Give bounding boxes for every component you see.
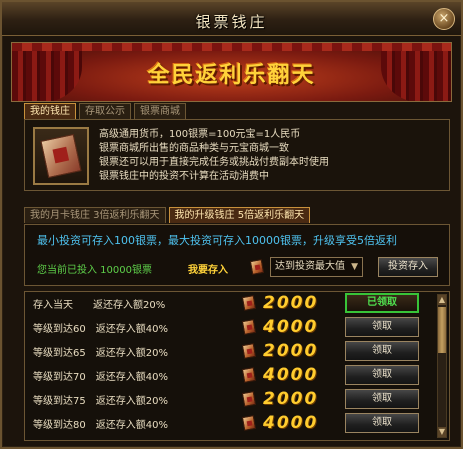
tab-monthly-card-bank[interactable]: 我的月卡钱庄 3倍返利乐翻天 bbox=[24, 207, 166, 223]
tab-my-bank[interactable]: 我的钱庄 bbox=[24, 103, 76, 119]
rebate-amount: 2000 bbox=[263, 389, 319, 409]
rebate-condition: 等级到达75 返还存入额20% bbox=[33, 396, 168, 407]
silver-note-icon bbox=[241, 391, 257, 407]
invest-description: 最小投资可存入100银票，最大投资可存入10000银票，升级享受5倍返利 bbox=[37, 234, 397, 247]
silver-note-icon bbox=[40, 133, 82, 179]
info-panel: 高级通用货币，100银票=100元宝=1人民币 银票商城所出售的商品种类与元宝商… bbox=[24, 119, 450, 191]
claim-button[interactable]: 领取 bbox=[345, 413, 419, 433]
top-tabs: 我的钱庄 存取公示 银票商城 bbox=[24, 103, 186, 119]
invested-amount: 您当前已投入 10000银票 bbox=[37, 265, 152, 276]
claimed-button[interactable]: 已领取 bbox=[345, 293, 419, 313]
rebate-condition: 等级到达65 返还存入额20% bbox=[33, 348, 168, 359]
list-item: 等级到达75 返还存入额20% 2000 领取 bbox=[25, 388, 437, 411]
silver-note-icon bbox=[241, 415, 257, 431]
info-line: 银票还可以用于直接完成任务或挑战付费副本时使用 bbox=[99, 157, 329, 168]
scrollbar[interactable]: ▲ ▼ bbox=[437, 294, 447, 438]
bank-window: 银票钱庄 × 全民返利乐翻天 我的钱庄 存取公示 银票商城 高级通用货币，100… bbox=[0, 0, 463, 449]
rebate-condition: 等级到达80 返还存入额40% bbox=[33, 420, 168, 431]
info-line: 高级通用货币，100银票=100元宝=1人民币 bbox=[99, 129, 301, 140]
silver-note-icon bbox=[241, 319, 257, 335]
curtain-valance bbox=[12, 43, 451, 51]
rebate-amount: 4000 bbox=[263, 317, 319, 337]
claim-button[interactable]: 领取 bbox=[345, 341, 419, 361]
select-value: 达到投资最大值 bbox=[275, 261, 345, 272]
scroll-up-icon[interactable]: ▲ bbox=[438, 295, 446, 305]
rebate-condition: 存入当天 返还存入额20% bbox=[33, 300, 166, 311]
rebate-condition: 等级到达70 返还存入额40% bbox=[33, 372, 168, 383]
promo-banner: 全民返利乐翻天 bbox=[11, 42, 452, 102]
deposit-label: 我要存入 bbox=[188, 265, 228, 276]
chevron-down-icon: ▼ bbox=[351, 262, 358, 272]
deposit-amount-select[interactable]: 达到投资最大值 ▼ bbox=[270, 257, 363, 277]
info-text: 高级通用货币，100银票=100元宝=1人民币 银票商城所出售的商品种类与元宝商… bbox=[99, 128, 329, 184]
list-item: 存入当天 返还存入额20% 2000 已领取 bbox=[25, 292, 437, 315]
claim-button[interactable]: 领取 bbox=[345, 389, 419, 409]
silver-note-icon bbox=[241, 367, 257, 383]
tab-upgrade-bank[interactable]: 我的升级钱庄 5倍返利乐翻天 bbox=[168, 207, 311, 223]
info-line: 银票钱庄中的投资不计算在活动消费中 bbox=[99, 171, 269, 182]
list-item: 等级到达70 返还存入额40% 4000 领取 bbox=[25, 364, 437, 387]
title-bar[interactable]: 银票钱庄 × bbox=[2, 2, 461, 36]
list-item: 等级到达80 返还存入额40% 4000 领取 bbox=[25, 412, 437, 435]
banner-slogan: 全民返利乐翻天 bbox=[147, 63, 316, 88]
invest-submit-button[interactable]: 投资存入 bbox=[378, 257, 438, 277]
list-item: 等级到达60 返还存入额40% 4000 领取 bbox=[25, 316, 437, 339]
rebate-list: 存入当天 返还存入额20% 2000 已领取 等级到达60 返还存入额40% 4… bbox=[24, 291, 450, 441]
silver-note-frame bbox=[33, 127, 89, 185]
list-item: 等级到达65 返还存入额20% 2000 领取 bbox=[25, 340, 437, 363]
rebate-condition: 等级到达60 返还存入额40% bbox=[33, 324, 168, 335]
rebate-amount: 4000 bbox=[263, 413, 319, 433]
sub-tabs: 我的月卡钱庄 3倍返利乐翻天 我的升级钱庄 5倍返利乐翻天 bbox=[24, 207, 311, 224]
rebate-amount: 2000 bbox=[263, 293, 319, 313]
close-button[interactable]: × bbox=[433, 8, 455, 30]
claim-button[interactable]: 领取 bbox=[345, 317, 419, 337]
invest-panel: 最小投资可存入100银票，最大投资可存入10000银票，升级享受5倍返利 您当前… bbox=[24, 224, 450, 286]
claim-button[interactable]: 领取 bbox=[345, 365, 419, 385]
silver-note-icon bbox=[241, 343, 257, 359]
window-title: 银票钱庄 bbox=[195, 13, 268, 31]
silver-note-icon bbox=[249, 259, 265, 275]
tab-deposit-notice[interactable]: 存取公示 bbox=[79, 103, 131, 119]
info-line: 银票商城所出售的商品种类与元宝商城一致 bbox=[99, 143, 289, 154]
scroll-down-icon[interactable]: ▼ bbox=[438, 427, 446, 437]
silver-note-icon bbox=[241, 295, 257, 311]
rebate-amount: 2000 bbox=[263, 341, 319, 361]
scroll-thumb[interactable] bbox=[438, 307, 446, 353]
rebate-amount: 4000 bbox=[263, 365, 319, 385]
tab-silver-shop[interactable]: 银票商城 bbox=[134, 103, 186, 119]
